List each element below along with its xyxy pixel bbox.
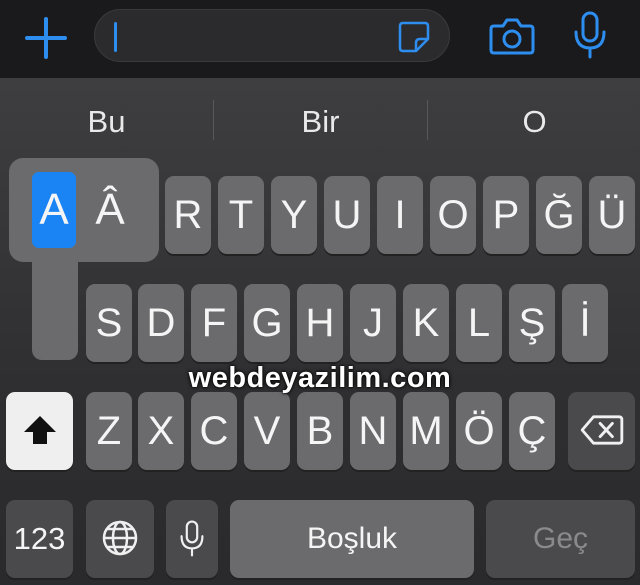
suggestion-3[interactable]: O <box>428 102 640 142</box>
suggestion-2[interactable]: Bir <box>214 102 427 142</box>
key-f[interactable]: F <box>191 284 237 362</box>
message-input-bar <box>0 0 640 78</box>
key-b[interactable]: B <box>297 392 343 470</box>
key-s-cedilla[interactable]: Ş <box>509 284 555 362</box>
key-j[interactable]: J <box>350 284 396 362</box>
accent-option-a-circumflex[interactable]: Â <box>88 172 132 248</box>
key-s[interactable]: S <box>86 284 132 362</box>
go-key[interactable]: Geç <box>486 500 635 578</box>
key-c[interactable]: C <box>191 392 237 470</box>
key-t[interactable]: T <box>218 176 264 254</box>
shift-arrow-icon <box>23 416 56 445</box>
key-u[interactable]: U <box>324 176 370 254</box>
key-u-umlaut[interactable]: Ü <box>589 176 635 254</box>
key-k[interactable]: K <box>403 284 449 362</box>
globe-icon <box>102 520 138 556</box>
globe-key[interactable] <box>86 500 154 578</box>
key-i[interactable]: I <box>377 176 423 254</box>
message-input[interactable] <box>94 9 450 62</box>
camera-icon[interactable] <box>488 14 536 58</box>
space-key[interactable]: Boşluk <box>230 500 474 578</box>
key-x[interactable]: X <box>138 392 184 470</box>
key-n[interactable]: N <box>350 392 396 470</box>
accent-option-a[interactable]: A <box>32 172 76 248</box>
key-z[interactable]: Z <box>86 392 132 470</box>
microphone-icon[interactable] <box>572 10 608 60</box>
key-l[interactable]: L <box>456 284 502 362</box>
key-d[interactable]: D <box>138 284 184 362</box>
key-c-cedilla[interactable]: Ç <box>509 392 555 470</box>
delete-key[interactable] <box>568 392 635 470</box>
suggestion-bar: Bu Bir O <box>0 78 640 162</box>
key-p[interactable]: P <box>483 176 529 254</box>
dictation-key[interactable] <box>166 500 218 578</box>
shift-key[interactable] <box>6 392 73 470</box>
numbers-key[interactable]: 123 <box>6 500 73 578</box>
key-m[interactable]: M <box>403 392 449 470</box>
plus-icon[interactable] <box>24 16 68 60</box>
accent-popup-stem <box>32 258 78 360</box>
key-h[interactable]: H <box>297 284 343 362</box>
keyboard: Bu Bir O R T Y U I O P Ğ Ü S D F G H J K… <box>0 78 640 585</box>
key-g[interactable]: G <box>244 284 290 362</box>
backspace-icon <box>580 415 623 446</box>
key-o[interactable]: O <box>430 176 476 254</box>
key-i-dotted[interactable]: İ <box>562 284 608 362</box>
suggestion-1[interactable]: Bu <box>0 102 213 142</box>
text-caret <box>114 22 117 52</box>
watermark: webdeyazilim.com <box>188 362 452 394</box>
microphone-icon <box>180 520 204 557</box>
key-g-breve[interactable]: Ğ <box>536 176 582 254</box>
key-r[interactable]: R <box>165 176 211 254</box>
sticker-icon[interactable] <box>397 20 431 54</box>
key-o-umlaut[interactable]: Ö <box>456 392 502 470</box>
key-y[interactable]: Y <box>271 176 317 254</box>
key-v[interactable]: V <box>244 392 290 470</box>
